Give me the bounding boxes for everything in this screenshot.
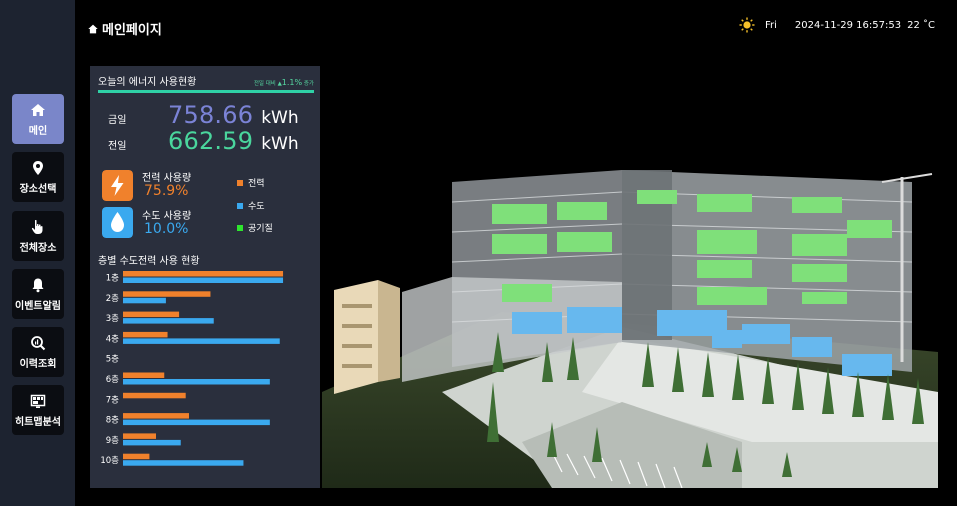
hand-pointer-icon	[31, 219, 43, 234]
floor-label: 5층	[106, 355, 119, 365]
water-bar	[123, 460, 244, 466]
floor-label: 9층	[106, 436, 119, 446]
sidebar-item-label: 히트맵분석	[15, 416, 61, 428]
datetime: 2024-11-29 16:57:53	[794, 19, 902, 31]
page-title-text: 메인페이지	[102, 23, 162, 38]
bell-icon	[32, 278, 44, 292]
sidebar-item-main[interactable]: 메인	[12, 94, 64, 144]
sidebar-item-label: 장소선택	[19, 183, 57, 195]
floor-label: 1층	[106, 274, 119, 284]
home-icon	[88, 24, 98, 33]
temperature: 22 ˚C	[907, 19, 935, 31]
floor-label: 8층	[106, 416, 119, 426]
sidebar-item-label: 메인	[28, 125, 48, 137]
power-bar	[123, 453, 150, 460]
water-bar	[123, 439, 181, 446]
sidebar-item-all-locations[interactable]: 전체장소	[12, 211, 64, 261]
sidebar-item-event-alert[interactable]: 이벤트알림	[12, 269, 64, 319]
page-title: 메인페이지	[88, 19, 162, 38]
sidebar-item-label: 이력조회	[19, 358, 57, 370]
power-bar	[123, 331, 168, 338]
water-bar	[123, 297, 166, 304]
water-bar	[123, 419, 270, 426]
location-pin-icon	[33, 160, 43, 175]
floor-label: 2층	[106, 294, 119, 304]
floor-label: 10층	[100, 456, 119, 466]
floor-label: 4층	[106, 334, 119, 344]
power-bar	[123, 433, 156, 439]
floor-label: 6층	[106, 375, 119, 385]
floor-label: 3층	[106, 314, 119, 324]
power-bar	[123, 372, 165, 378]
power-bar	[123, 392, 186, 399]
heatmap-icon	[30, 394, 46, 408]
weekday: Fri	[764, 19, 777, 31]
energy-panel: 오늘의 에너지 사용현황 전일 대비 ▲1.1% 증가 금일 758.66 kW…	[90, 66, 320, 488]
building-3d-view[interactable]	[322, 142, 938, 488]
sidebar-item-label: 이벤트알림	[15, 300, 61, 312]
floor-usage-chart: 1층 2층 3층 4층 5층 6층 7층 8층 9층 10층	[100, 271, 284, 466]
power-bar	[123, 311, 180, 318]
home-icon	[31, 103, 45, 116]
sidebar: 메인 장소선택 전체장소 이벤트알림 이력조회 히트맵분석	[0, 0, 75, 506]
sidebar-item-history[interactable]: 이력조회	[12, 327, 64, 377]
sidebar-item-label: 전체장소	[19, 242, 57, 254]
water-bar	[123, 379, 270, 385]
history-search-icon	[31, 335, 46, 350]
water-bar	[123, 318, 214, 324]
water-bar	[123, 277, 284, 283]
power-bar	[123, 291, 211, 297]
water-bar	[123, 338, 280, 344]
power-bar	[123, 271, 284, 277]
sidebar-item-heatmap[interactable]: 히트맵분석	[12, 385, 64, 435]
power-bar	[123, 413, 189, 419]
floor-label: 7층	[106, 395, 119, 405]
status-bar: Fri 2024-11-29 16:57:53 22 ˚C	[739, 17, 935, 33]
sidebar-item-location-select[interactable]: 장소선택	[12, 152, 64, 202]
sun-icon	[739, 17, 755, 33]
